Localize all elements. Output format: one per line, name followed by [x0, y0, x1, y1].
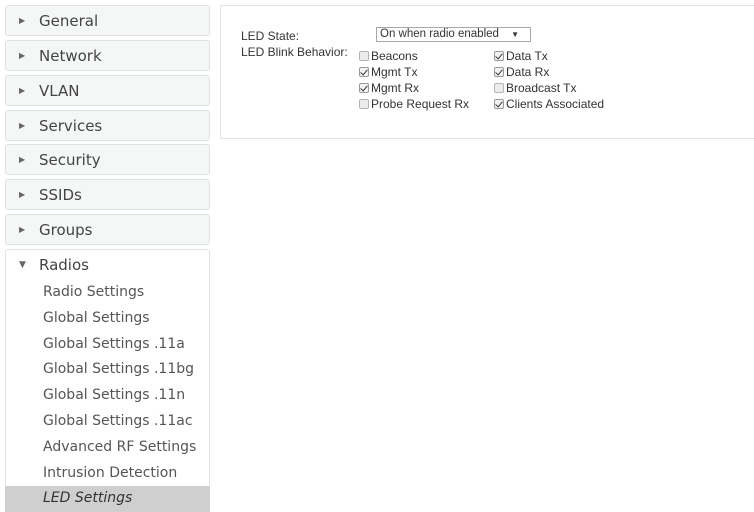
- checkbox-broadcast-tx[interactable]: Broadcast Tx: [494, 81, 576, 95]
- checkbox-box[interactable]: [494, 99, 504, 109]
- led-state-select[interactable]: On when radio enabled ▼: [376, 27, 531, 42]
- sidebar-item-network[interactable]: ▶ Network: [5, 40, 210, 71]
- sidebar-nav: ▶ General ▶ Network ▶ VLAN ▶ Services ▶ …: [0, 0, 212, 512]
- checkbox-label: Broadcast Tx: [506, 81, 577, 95]
- led-state-label: LED State:: [241, 29, 300, 43]
- submenu-item-radio-settings[interactable]: Radio Settings: [1, 280, 209, 306]
- checkbox-box[interactable]: [359, 99, 369, 109]
- sidebar-item-label: Groups: [39, 220, 93, 239]
- caret-right-icon: ▶: [19, 225, 26, 234]
- caret-down-icon: ▼: [19, 260, 26, 270]
- sidebar-item-groups[interactable]: ▶ Groups: [5, 214, 210, 245]
- checkbox-data-rx[interactable]: Data Rx: [494, 65, 549, 79]
- checkbox-mgmt-rx[interactable]: Mgmt Rx: [359, 81, 419, 95]
- submenu-item-global-settings-11a[interactable]: Global Settings .11a: [1, 332, 209, 358]
- sidebar-item-general[interactable]: ▶ General: [5, 5, 210, 36]
- submenu-item-led-settings[interactable]: LED Settings: [5, 486, 210, 512]
- sidebar-item-label: General: [39, 11, 99, 30]
- sidebar-item-label: Radios: [39, 256, 89, 274]
- sidebar-item-label: SSIDs: [39, 185, 82, 204]
- checkbox-box[interactable]: [359, 83, 369, 93]
- caret-right-icon: ▶: [19, 190, 26, 199]
- checkbox-label: Beacons: [371, 49, 418, 63]
- checkbox-clients-associated[interactable]: Clients Associated: [494, 97, 604, 111]
- radios-submenu: Radio Settings Global Settings Global Se…: [5, 280, 210, 512]
- sidebar-item-label: Security: [39, 150, 101, 169]
- checkbox-label: Probe Request Rx: [371, 97, 470, 111]
- caret-right-icon: ▶: [19, 51, 26, 60]
- sidebar-item-services[interactable]: ▶ Services: [5, 110, 210, 141]
- led-state-value: On when radio enabled: [380, 28, 499, 40]
- submenu-item-global-settings[interactable]: Global Settings: [1, 306, 209, 332]
- checkbox-mgmt-tx[interactable]: Mgmt Tx: [359, 65, 417, 79]
- checkbox-box[interactable]: [494, 83, 504, 93]
- led-blink-label: LED Blink Behavior:: [241, 45, 348, 59]
- checkbox-beacons[interactable]: Beacons: [359, 49, 418, 63]
- checkbox-box[interactable]: [494, 67, 504, 77]
- dropdown-arrow-icon: ▼: [511, 30, 519, 39]
- caret-right-icon: ▶: [19, 86, 26, 95]
- checkbox-label: Mgmt Rx: [371, 81, 419, 95]
- sidebar-item-label: Network: [39, 46, 102, 65]
- sidebar-item-vlan[interactable]: ▶ VLAN: [5, 75, 210, 106]
- sidebar-item-ssids[interactable]: ▶ SSIDs: [5, 179, 210, 210]
- checkbox-box[interactable]: [359, 51, 369, 61]
- led-settings-panel: LED State: On when radio enabled ▼ LED B…: [220, 5, 754, 139]
- checkbox-label: Mgmt Tx: [371, 65, 418, 79]
- checkbox-label: Data Rx: [506, 65, 550, 79]
- submenu-item-global-settings-11bg[interactable]: Global Settings .11bg: [1, 357, 209, 383]
- caret-right-icon: ▶: [19, 155, 26, 164]
- caret-right-icon: ▶: [19, 16, 26, 25]
- checkbox-data-tx[interactable]: Data Tx: [494, 49, 548, 63]
- checkbox-probe-request-rx[interactable]: Probe Request Rx: [359, 97, 469, 111]
- checkbox-label: Data Tx: [506, 49, 548, 63]
- sidebar-item-security[interactable]: ▶ Security: [5, 144, 210, 175]
- sidebar-item-radios[interactable]: ▼ Radios: [5, 249, 210, 280]
- checkbox-box[interactable]: [359, 67, 369, 77]
- sidebar-item-label: Services: [39, 116, 103, 135]
- checkbox-label: Clients Associated: [506, 97, 605, 111]
- checkbox-box[interactable]: [494, 51, 504, 61]
- caret-right-icon: ▶: [19, 121, 26, 130]
- sidebar-item-label: VLAN: [39, 81, 80, 100]
- submenu-item-advanced-rf-settings[interactable]: Advanced RF Settings: [1, 435, 209, 461]
- submenu-item-global-settings-11n[interactable]: Global Settings .11n: [1, 383, 209, 409]
- submenu-item-global-settings-11ac[interactable]: Global Settings .11ac: [1, 409, 209, 435]
- submenu-item-intrusion-detection[interactable]: Intrusion Detection: [1, 461, 209, 487]
